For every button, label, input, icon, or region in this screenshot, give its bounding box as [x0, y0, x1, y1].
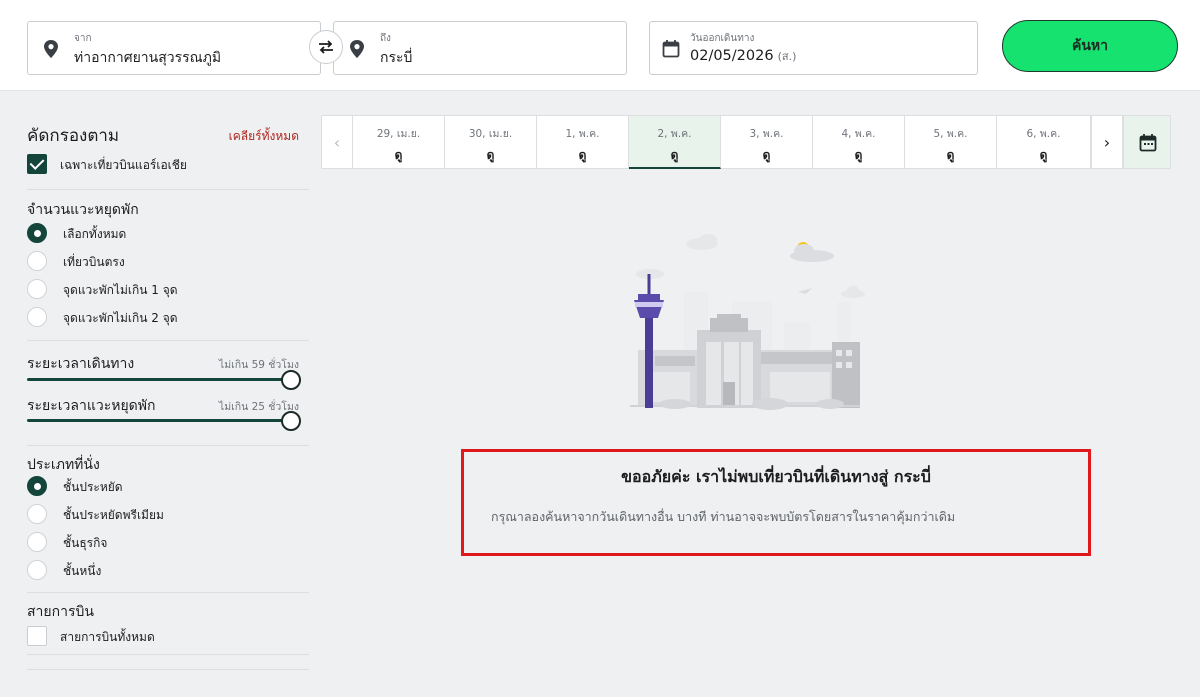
date-cell-value: ดู [578, 148, 587, 162]
no-flights-message-box: ขออภัยค่ะ เราไม่พบเที่ยวบินที่เดินทางสู่… [461, 449, 1091, 556]
stops-radio-two[interactable] [27, 307, 47, 327]
destination-value: กระบี่ [380, 50, 413, 66]
date-cell-selected[interactable]: 2, พ.ค. ดู [629, 115, 721, 169]
date-cell-date: 4, พ.ค. [841, 128, 876, 140]
cabin-radio-economy[interactable] [27, 476, 47, 496]
location-pin-icon [350, 40, 364, 58]
previous-dates-button[interactable]: ‹ [321, 115, 353, 169]
date-cell-date: 2, พ.ค. [657, 128, 692, 140]
swap-button[interactable] [309, 30, 343, 64]
date-cell[interactable]: 29, เม.ย. ดู [353, 115, 445, 169]
cabin-radio-business[interactable] [27, 532, 47, 552]
date-cell-date: 1, พ.ค. [565, 128, 600, 140]
departure-date-label: วันออกเดินทาง [690, 33, 755, 44]
clear-all-link[interactable]: เคลียร์ทั้งหมด [229, 127, 299, 146]
cabin-label-premium-economy: ชั้นประหยัดพรีเมียม [63, 508, 164, 522]
airlines-title: สายการบิน [27, 604, 94, 620]
layover-time-track[interactable] [27, 419, 299, 422]
airasia-only-checkbox[interactable] [27, 154, 47, 174]
date-cell[interactable]: 3, พ.ค. ดู [721, 115, 813, 169]
stops-title: จำนวนแวะหยุดพัก [27, 202, 139, 218]
date-cell-date: 5, พ.ค. [933, 128, 968, 140]
date-cell[interactable]: 4, พ.ค. ดู [813, 115, 905, 169]
no-flights-title: ขออภัยค่ะ เราไม่พบเที่ยวบินที่เดินทางสู่… [621, 467, 931, 486]
origin-field[interactable]: จาก ท่าอากาศยานสุวรรณภูมิ [27, 21, 321, 75]
stops-radio-all[interactable] [27, 223, 47, 243]
date-cell-value: ดู [486, 148, 495, 162]
date-cell[interactable]: 6, พ.ค. ดู [997, 115, 1091, 169]
date-cell-value: ดู [854, 148, 863, 162]
divider [27, 189, 309, 190]
swap-arrows-icon [319, 40, 333, 54]
stops-label-one: จุดแวะพักไม่เกิน 1 จุด [63, 283, 178, 297]
date-cell-value: ดู [670, 148, 679, 162]
day-of-week: (ส.) [777, 50, 797, 63]
no-flights-subtitle: กรุณาลองค้นหาจากวันเดินทางอื่น บางที ท่า… [491, 509, 956, 524]
destination-field[interactable]: ถึง กระบี่ [333, 21, 627, 75]
travel-time-slider-handle[interactable] [281, 370, 301, 390]
date-cell-value: ดู [1039, 148, 1048, 162]
departure-date-field[interactable]: วันออกเดินทาง 02/05/2026 (ส.) [649, 21, 978, 75]
travel-time-title: ระยะเวลาเดินทาง [27, 356, 135, 372]
origin-label: จาก [74, 33, 92, 44]
divider [27, 445, 309, 446]
open-calendar-button[interactable] [1123, 115, 1171, 169]
stops-label-two: จุดแวะพักไม่เกิน 2 จุด [63, 311, 178, 325]
cabin-title: ประเภทที่นั่ง [27, 457, 100, 473]
cabin-label-first: ชั้นหนึ่ง [63, 564, 102, 578]
cabin-radio-premium-economy[interactable] [27, 504, 47, 524]
date-cell-value: ดู [946, 148, 955, 162]
date-cell[interactable]: 30, เม.ย. ดู [445, 115, 537, 169]
divider [27, 669, 309, 670]
all-airlines-checkbox[interactable] [27, 626, 47, 646]
travel-time-track[interactable] [27, 378, 299, 381]
cabin-label-economy: ชั้นประหยัด [63, 480, 123, 494]
airasia-only-label: เฉพาะเที่ยวบินแอร์เอเชีย [60, 158, 187, 172]
date-strip: ‹ 29, เม.ย. ดู 30, เม.ย. ดู 1, พ.ค. ดู 2, พ… [321, 115, 1171, 169]
date-cell[interactable]: 1, พ.ค. ดู [537, 115, 629, 169]
layover-time-slider-handle[interactable] [281, 411, 301, 431]
departure-date-value: 02/05/2026 (ส.) [690, 47, 796, 65]
date-cell-date: 30, เม.ย. [468, 128, 513, 140]
date-cell-value: ดู [762, 148, 771, 162]
origin-value: ท่าอากาศยานสุวรรณภูมิ [74, 50, 222, 66]
calendar-icon [1139, 134, 1157, 152]
date-cell[interactable]: 5, พ.ค. ดู [905, 115, 997, 169]
date-cell-date: 6, พ.ค. [1026, 128, 1061, 140]
location-pin-icon [44, 40, 58, 58]
filter-header: คัดกรองตาม เคลียร์ทั้งหมด [27, 122, 309, 146]
all-airlines-label: สายการบินทั้งหมด [60, 630, 155, 644]
filter-title: คัดกรองตาม [27, 126, 120, 146]
calendar-icon [662, 40, 680, 58]
divider [27, 654, 309, 655]
destination-label: ถึง [380, 33, 391, 44]
chevron-right-icon: › [1103, 132, 1111, 152]
cabin-label-business: ชั้นธุรกิจ [63, 536, 108, 550]
layover-time-title: ระยะเวลาแวะหยุดพัก [27, 398, 156, 414]
search-button[interactable]: ค้นหา [1002, 20, 1178, 72]
search-bar: จาก ท่าอากาศยานสุวรรณภูมิ ถึง กระบี่ วัน… [0, 0, 1200, 91]
date-cell-date: 29, เม.ย. [376, 128, 421, 140]
stops-label-all: เลือกทั้งหมด [63, 227, 127, 241]
next-dates-button[interactable]: › [1091, 115, 1123, 169]
chevron-left-icon: ‹ [333, 132, 341, 152]
cabin-radio-first[interactable] [27, 560, 47, 580]
divider [27, 340, 309, 341]
stops-radio-one[interactable] [27, 279, 47, 299]
date-text: 02/05/2026 [690, 48, 774, 64]
stops-radio-direct[interactable] [27, 251, 47, 271]
date-cell-value: ดู [394, 148, 403, 162]
airport-illustration [630, 234, 865, 410]
divider [27, 592, 309, 593]
stops-label-direct: เที่ยวบินตรง [63, 255, 125, 269]
date-cell-date: 3, พ.ค. [749, 128, 784, 140]
